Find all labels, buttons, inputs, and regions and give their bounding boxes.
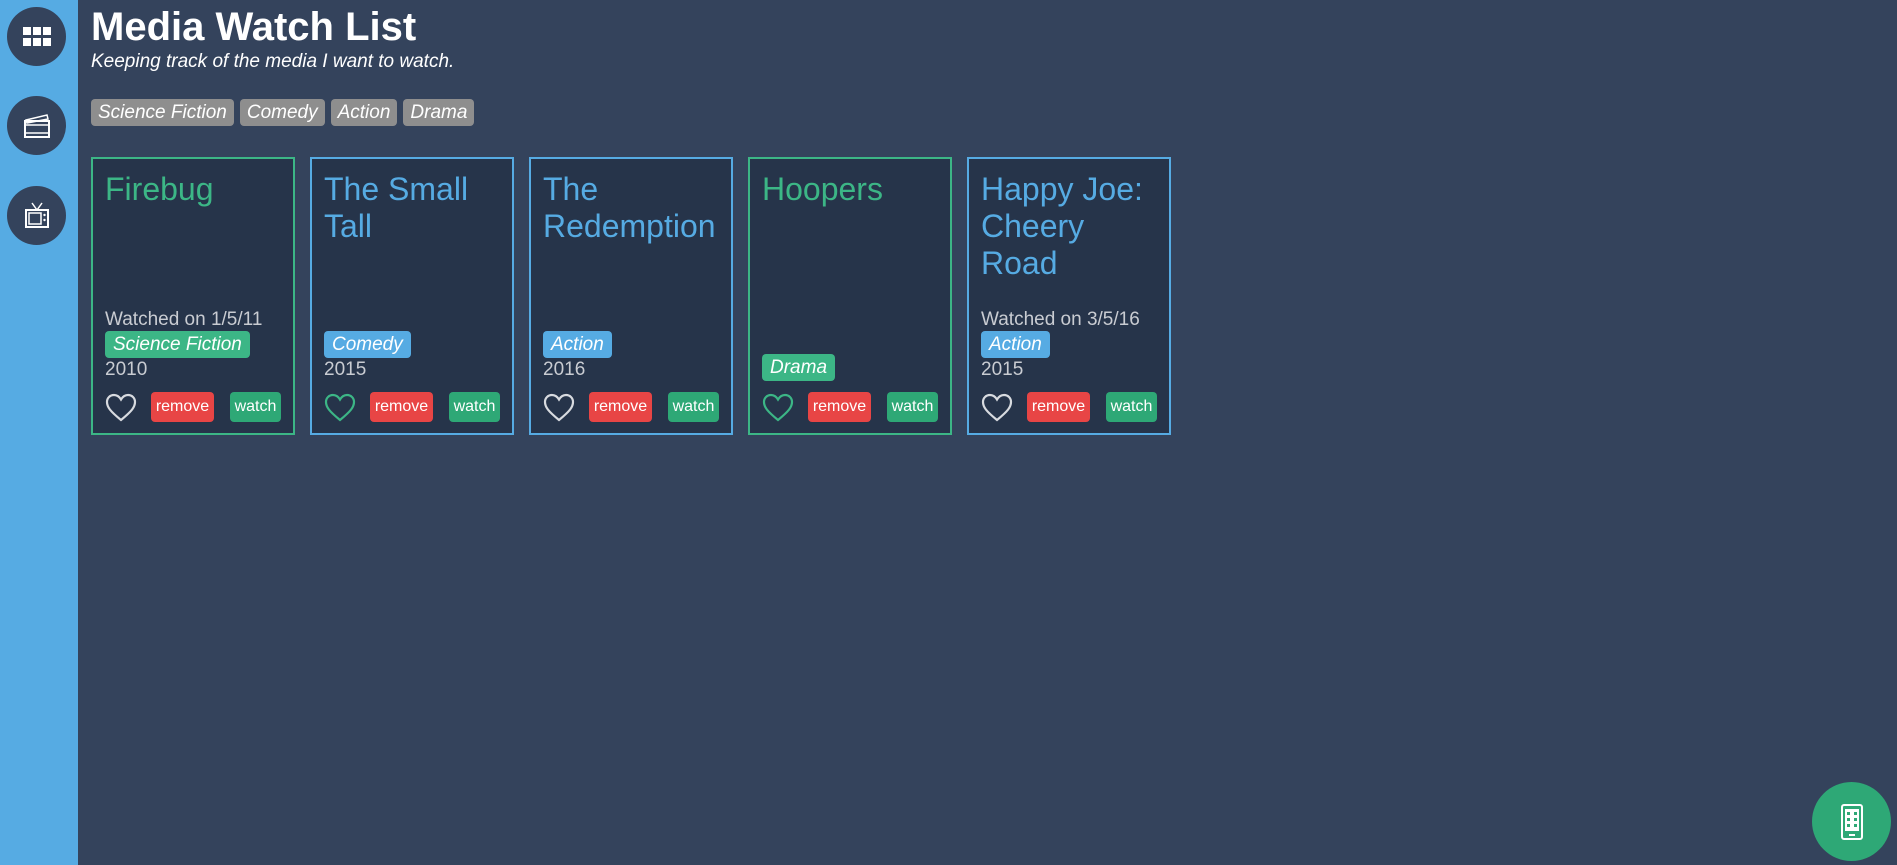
media-title: Firebug bbox=[105, 171, 214, 207]
genre-badge: Comedy bbox=[324, 331, 411, 358]
media-title: The Redemption bbox=[543, 171, 716, 244]
sidebar-item-all[interactable] bbox=[7, 7, 66, 66]
genre-badge: Action bbox=[981, 331, 1050, 358]
filter-action[interactable]: Action bbox=[330, 99, 398, 126]
media-card: Firebug Watched on 1/5/11 Science Fictio… bbox=[91, 157, 295, 435]
watched-date: Watched on 1/5/11 bbox=[105, 309, 263, 330]
page-subtitle: Keeping track of the media I want to wat… bbox=[91, 51, 455, 72]
filter-drama[interactable]: Drama bbox=[403, 99, 475, 126]
sidebar-item-movies[interactable] bbox=[7, 96, 66, 155]
media-title: The Small Tall bbox=[324, 171, 469, 244]
media-title: Happy Joe: Cheery Road bbox=[981, 171, 1143, 281]
release-year: 2015 bbox=[324, 359, 367, 380]
genre-badge: Science Fiction bbox=[105, 331, 250, 358]
remove-button[interactable]: remove bbox=[1027, 392, 1090, 422]
watched-date: Watched on 3/5/16 bbox=[981, 309, 1140, 330]
remove-button[interactable]: remove bbox=[370, 392, 433, 422]
release-year: 2016 bbox=[543, 359, 586, 380]
heart-icon[interactable] bbox=[543, 393, 575, 423]
remove-button[interactable]: remove bbox=[151, 392, 214, 422]
film-icon bbox=[23, 113, 50, 138]
genre-badge: Action bbox=[543, 331, 612, 358]
release-year: 2010 bbox=[105, 359, 148, 380]
mobile-icon bbox=[1840, 803, 1863, 840]
heart-icon[interactable] bbox=[324, 393, 356, 423]
release-year: 2015 bbox=[981, 359, 1024, 380]
page-title: Media Watch List bbox=[91, 5, 417, 49]
tv-icon bbox=[24, 202, 49, 228]
heart-icon[interactable] bbox=[762, 393, 794, 423]
watch-button[interactable]: watch bbox=[668, 392, 719, 422]
media-title: Hoopers bbox=[762, 171, 883, 207]
mobile-view-button[interactable] bbox=[1812, 782, 1891, 861]
watch-button[interactable]: watch bbox=[449, 392, 500, 422]
heart-icon[interactable] bbox=[981, 393, 1013, 423]
remove-button[interactable]: remove bbox=[589, 392, 652, 422]
media-card: The Small Tall Comedy 2015 remove watch bbox=[310, 157, 514, 435]
watch-button[interactable]: watch bbox=[1106, 392, 1157, 422]
media-card: The Redemption Action 2016 remove watch bbox=[529, 157, 733, 435]
filter-science-fiction[interactable]: Science Fiction bbox=[91, 99, 234, 126]
filter-comedy[interactable]: Comedy bbox=[239, 99, 325, 126]
genre-filter-bar: Science Fiction Comedy Action Drama bbox=[91, 99, 475, 126]
remove-button[interactable]: remove bbox=[808, 392, 871, 422]
media-card: Hoopers Drama remove watch bbox=[748, 157, 952, 435]
genre-badge: Drama bbox=[762, 354, 836, 381]
heart-icon[interactable] bbox=[105, 393, 137, 423]
media-card: Happy Joe: Cheery Road Watched on 3/5/16… bbox=[967, 157, 1171, 435]
grid-icon bbox=[22, 26, 51, 46]
watch-button[interactable]: watch bbox=[887, 392, 938, 422]
watch-button[interactable]: watch bbox=[230, 392, 281, 422]
sidebar bbox=[0, 0, 78, 865]
sidebar-item-tv[interactable] bbox=[7, 186, 66, 245]
